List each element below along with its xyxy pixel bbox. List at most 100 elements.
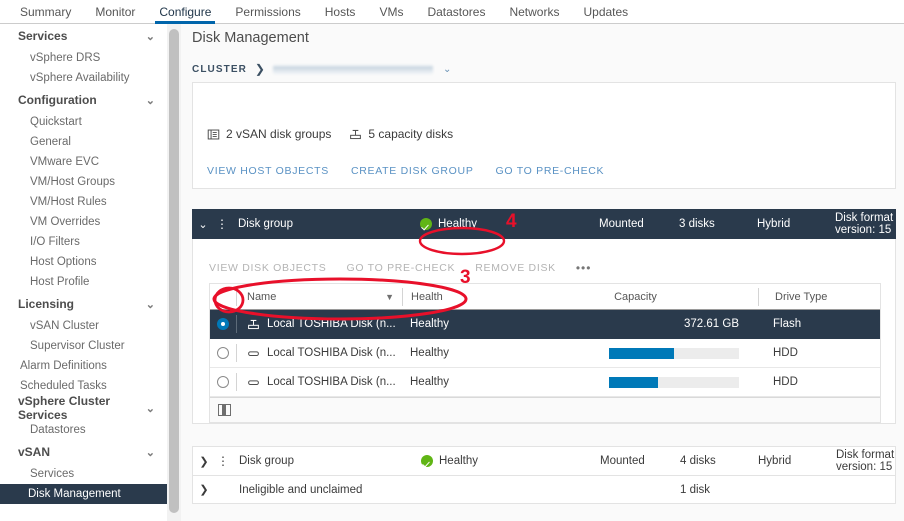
sidebar-group-vsphere-cluster-services[interactable]: vSphere Cluster Services ⌄	[0, 394, 167, 422]
sidebar-item-vmware-evc[interactable]: VMware EVC	[0, 152, 167, 172]
disk-row-3-radio[interactable]	[210, 376, 236, 388]
disk-group-2-expand-caret-icon[interactable]: ❯	[193, 455, 215, 468]
sidebar-group-services[interactable]: Services ⌄	[0, 24, 167, 48]
sidebar-item-quickstart[interactable]: Quickstart	[0, 112, 167, 132]
tab-hosts[interactable]: Hosts	[313, 5, 368, 23]
cluster-summary-card: 2 vSAN disk groups 5 capacity disks VIEW…	[192, 82, 896, 189]
tab-updates[interactable]: Updates	[571, 5, 640, 23]
sidebar-item-vsphere-availability[interactable]: vSphere Availability	[0, 68, 167, 88]
breadcrumb: CLUSTER ❯ ⌄	[192, 62, 451, 76]
disk-row-3-drive-type: HDD	[773, 376, 798, 388]
sidebar-item-vsan-cluster[interactable]: vSAN Cluster	[0, 316, 167, 336]
tab-datastores[interactable]: Datastores	[415, 5, 497, 23]
disk-group-1-collapse-caret-icon[interactable]: ⌄	[192, 218, 214, 231]
sidebar-group-licensing[interactable]: Licensing ⌄	[0, 292, 167, 316]
radio-selected-icon[interactable]	[217, 318, 229, 330]
tab-permissions[interactable]: Permissions	[223, 5, 312, 23]
sidebar-item-vsphere-drs[interactable]: vSphere DRS	[0, 48, 167, 68]
sidebar-group-configuration[interactable]: Configuration ⌄	[0, 88, 167, 112]
ineligible-unclaimed-row[interactable]: ❯ Ineligible and unclaimed 1 disk	[192, 476, 896, 504]
chevron-down-icon: ⌄	[145, 298, 155, 311]
disk-row-1-name-cell: Local TOSHIBA Disk (n...	[237, 318, 402, 331]
card-actions: VIEW HOST OBJECTS CREATE DISK GROUP GO T…	[207, 165, 604, 177]
sidebar-scrollbar-thumb[interactable]	[169, 29, 179, 513]
table-row[interactable]: Local TOSHIBA Disk (n... Healthy HDD	[210, 368, 880, 397]
sidebar-item-supervisor-cluster[interactable]: Supervisor Cluster	[0, 336, 167, 356]
breadcrumb-root[interactable]: CLUSTER	[192, 64, 247, 75]
disk-group-2-disk-count: 4 disks	[680, 455, 716, 467]
sort-descending-icon[interactable]: ▼	[385, 292, 394, 302]
ineligible-expand-caret-icon[interactable]: ❯	[193, 483, 215, 496]
hdd-disk-icon	[248, 379, 259, 385]
chevron-down-icon: ⌄	[145, 446, 155, 459]
breadcrumb-separator-icon: ❯	[254, 62, 265, 76]
column-header-health[interactable]: Health	[403, 291, 513, 303]
disk-group-row-2-header[interactable]: ❯ ⋮ Disk group Healthy Mounted 4 disks H…	[192, 446, 896, 476]
disk-row-2-drive-type: HDD	[773, 347, 798, 359]
disk-row-2-radio[interactable]	[210, 347, 236, 359]
health-ok-icon	[421, 455, 433, 467]
sidebar-item-general[interactable]: General	[0, 132, 167, 152]
sidebar-item-alarm-definitions[interactable]: Alarm Definitions	[0, 356, 167, 376]
tab-summary[interactable]: Summary	[8, 5, 83, 23]
sidebar-item-vm-overrides[interactable]: VM Overrides	[0, 212, 167, 232]
column-header-capacity[interactable]: Capacity	[513, 291, 758, 303]
ineligible-label: Ineligible and unclaimed	[239, 483, 363, 496]
disk-group-2-kebab-icon[interactable]: ⋮	[215, 454, 231, 468]
capacity-disks-count-label: 5 capacity disks	[368, 127, 454, 141]
column-header-name[interactable]: Name ▼	[237, 291, 402, 303]
column-header-name-label: Name	[247, 290, 277, 303]
disk-group-2-health-label: Healthy	[439, 455, 478, 467]
sidebar-item-datastores[interactable]: Datastores	[0, 420, 167, 440]
disk-row-1-radio[interactable]	[210, 318, 236, 330]
disk-group-1-kebab-icon[interactable]: ⋮	[214, 217, 230, 231]
sidebar-item-host-profile[interactable]: Host Profile	[0, 272, 167, 292]
disk-row-3-capacity-bar	[512, 376, 757, 388]
radio-unselected-icon[interactable]	[217, 376, 229, 388]
table-row[interactable]: Local TOSHIBA Disk (n... Healthy HDD	[210, 339, 880, 368]
tab-vms[interactable]: VMs	[367, 5, 415, 23]
disk-groups-count-label: 2 vSAN disk groups	[226, 127, 332, 141]
remove-disk-link[interactable]: REMOVE DISK	[475, 262, 556, 274]
page-title: Disk Management	[192, 30, 309, 46]
table-row[interactable]: Local TOSHIBA Disk (n... Healthy 372.61 …	[210, 310, 880, 339]
sidebar-item-host-options[interactable]: Host Options	[0, 252, 167, 272]
sidebar-item-services[interactable]: Services	[0, 464, 167, 484]
disk-row-1-capacity: 372.61 GB	[684, 318, 739, 330]
sidebar-item-vm-host-rules[interactable]: VM/Host Rules	[0, 192, 167, 212]
sidebar-group-configuration-label: Configuration	[18, 93, 97, 107]
disk-row-1-name: Local TOSHIBA Disk (n...	[267, 318, 396, 330]
sidebar-item-io-filters[interactable]: I/O Filters	[0, 232, 167, 252]
sidebar-item-scheduled-tasks[interactable]: Scheduled Tasks	[0, 376, 167, 396]
create-disk-group-link[interactable]: CREATE DISK GROUP	[351, 165, 474, 177]
sidebar-item-vm-host-groups[interactable]: VM/Host Groups	[0, 172, 167, 192]
disk-group-1-disk-count: 3 disks	[679, 218, 715, 230]
overflow-menu-icon[interactable]: •••	[576, 261, 592, 275]
column-layout-icon[interactable]	[218, 404, 231, 416]
go-to-pre-check-link[interactable]: GO TO PRE-CHECK	[496, 165, 605, 177]
breadcrumb-cluster-name-redacted	[272, 64, 433, 74]
tab-monitor[interactable]: Monitor	[83, 5, 147, 23]
sidebar-group-vsan[interactable]: vSAN ⌄	[0, 440, 167, 464]
chevron-down-icon: ⌄	[145, 30, 155, 43]
disk-group-row-1-header[interactable]: ⌄ ⋮ Disk group Healthy Mounted 3 disks H…	[192, 209, 896, 239]
disk-group-2-name: Disk group	[239, 455, 294, 467]
tab-configure[interactable]: Configure	[147, 5, 223, 24]
chevron-down-icon: ⌄	[145, 402, 155, 415]
disk-row-3-health: Healthy	[410, 376, 449, 388]
settings-sidebar: Services ⌄ vSphere DRS vSphere Availabil…	[0, 24, 167, 521]
disk-group-2-disk-type: Hybrid	[758, 455, 792, 467]
disk-group-2-health: Healthy	[421, 455, 516, 467]
object-nav-tabs: Summary Monitor Configure Permissions Ho…	[0, 0, 904, 24]
radio-unselected-icon[interactable]	[217, 347, 229, 359]
disk-go-to-pre-check-link[interactable]: GO TO PRE-CHECK	[347, 262, 456, 274]
tab-networks[interactable]: Networks	[497, 5, 571, 23]
column-header-drive-type[interactable]: Drive Type	[759, 291, 880, 303]
hdd-disk-icon	[248, 350, 259, 356]
sidebar-item-disk-management[interactable]: Disk Management	[0, 484, 167, 504]
chevron-down-icon[interactable]: ⌄	[443, 64, 451, 75]
view-disk-objects-link[interactable]: VIEW DISK OBJECTS	[209, 262, 327, 274]
disk-group-1-disk-type: Hybrid	[757, 218, 791, 230]
disk-group-2-disk-format: Disk format version: 15	[836, 449, 895, 473]
view-host-objects-link[interactable]: VIEW HOST OBJECTS	[207, 165, 329, 177]
